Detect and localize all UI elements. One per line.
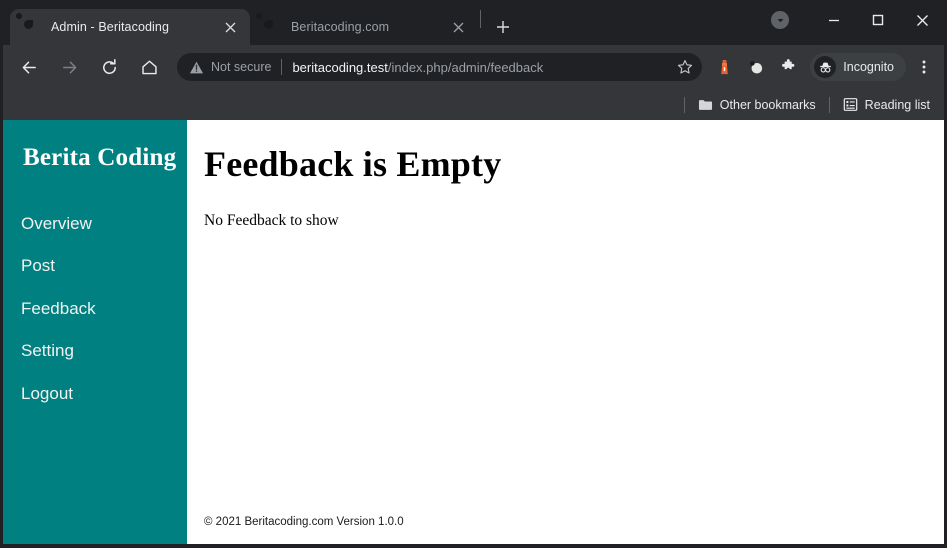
bookmark-reading-list[interactable]: Reading list (839, 93, 934, 117)
tab-divider (480, 9, 481, 28)
reload-icon (102, 58, 116, 74)
bookmark-other-bookmarks[interactable]: Other bookmarks (694, 93, 820, 117)
kebab-menu-icon (922, 60, 926, 74)
reload-button[interactable] (94, 52, 124, 82)
bookmark-label: Reading list (864, 97, 930, 112)
empty-state-message: No Feedback to show (204, 212, 339, 230)
plus-icon (497, 21, 509, 33)
main-content: Feedback is Empty No Feedback to show © … (187, 120, 944, 544)
page-title: Feedback is Empty (204, 144, 502, 184)
close-icon[interactable] (448, 17, 468, 37)
arrow-left-icon (22, 61, 36, 73)
new-tab-button[interactable] (489, 13, 517, 41)
incognito-icon (814, 56, 837, 78)
incognito-label: Incognito (843, 60, 894, 74)
arrow-right-icon (62, 61, 76, 73)
folder-icon (698, 98, 713, 112)
bookmarks-divider (828, 96, 830, 113)
forward-button[interactable] (54, 52, 84, 82)
browser-toolbar: Not secure beritacoding.test/index.php/a… (3, 45, 944, 89)
url-path: /index.php/admin/feedback (387, 59, 544, 75)
page-footer: © 2021 Beritacoding.com Version 1.0.0 (204, 516, 404, 528)
sidebar-item-post[interactable]: Post (3, 245, 187, 287)
warning-triangle-icon (189, 60, 204, 75)
url-host: beritacoding.test (292, 59, 388, 75)
reading-list-icon (843, 97, 858, 112)
globe-icon (263, 19, 280, 36)
bookmark-label: Other bookmarks (719, 97, 816, 112)
home-button[interactable] (134, 52, 164, 82)
chevron-down-icon[interactable] (771, 11, 789, 29)
sidebar-nav: Overview Post Feedback Setting Logout (3, 203, 187, 415)
close-button[interactable] (900, 4, 944, 36)
browser-tab-inactive[interactable]: Beritacoding.com (250, 9, 478, 45)
sidebar-item-logout[interactable]: Logout (3, 373, 187, 415)
globe-icon (23, 19, 40, 36)
omnibox-divider (281, 59, 283, 75)
sidebar-item-setting[interactable]: Setting (3, 330, 187, 372)
tab-title: Admin - Beritacoding (51, 20, 170, 34)
sidebar: Berita Coding Overview Post Feedback Set… (3, 120, 187, 544)
back-button[interactable] (14, 52, 44, 82)
tab-strip: Admin - Beritacoding Beritacoding.com (3, 0, 944, 45)
close-icon[interactable] (220, 17, 240, 37)
puzzle-extensions-icon[interactable] (774, 53, 802, 81)
brand-title: Berita Coding (23, 144, 177, 171)
lighthouse-icon[interactable] (710, 53, 738, 81)
window-controls (771, 0, 944, 40)
bookmark-star-icon[interactable] (672, 54, 698, 80)
sphere-extension-icon[interactable] (742, 53, 770, 81)
url-text: beritacoding.test/index.php/admin/feedba… (292, 60, 668, 75)
maximize-button[interactable] (856, 4, 900, 36)
incognito-indicator[interactable]: Incognito (810, 53, 906, 81)
page-viewport: Berita Coding Overview Post Feedback Set… (3, 120, 944, 544)
tab-title: Beritacoding.com (291, 20, 390, 34)
sidebar-item-feedback[interactable]: Feedback (3, 288, 187, 330)
sidebar-item-overview[interactable]: Overview (3, 203, 187, 245)
browser-tab-active[interactable]: Admin - Beritacoding (10, 9, 250, 45)
browser-window: Admin - Beritacoding Beritacoding.com No… (0, 0, 947, 548)
minimize-button[interactable] (812, 4, 856, 36)
extension-icons (708, 53, 804, 81)
browser-menu-button[interactable] (910, 53, 938, 81)
bookmarks-bar: Other bookmarks Reading list (3, 89, 944, 120)
home-icon (141, 60, 157, 74)
bookmarks-divider (683, 96, 685, 113)
security-status-label: Not secure (211, 60, 272, 74)
address-bar[interactable]: Not secure beritacoding.test/index.php/a… (177, 53, 703, 81)
